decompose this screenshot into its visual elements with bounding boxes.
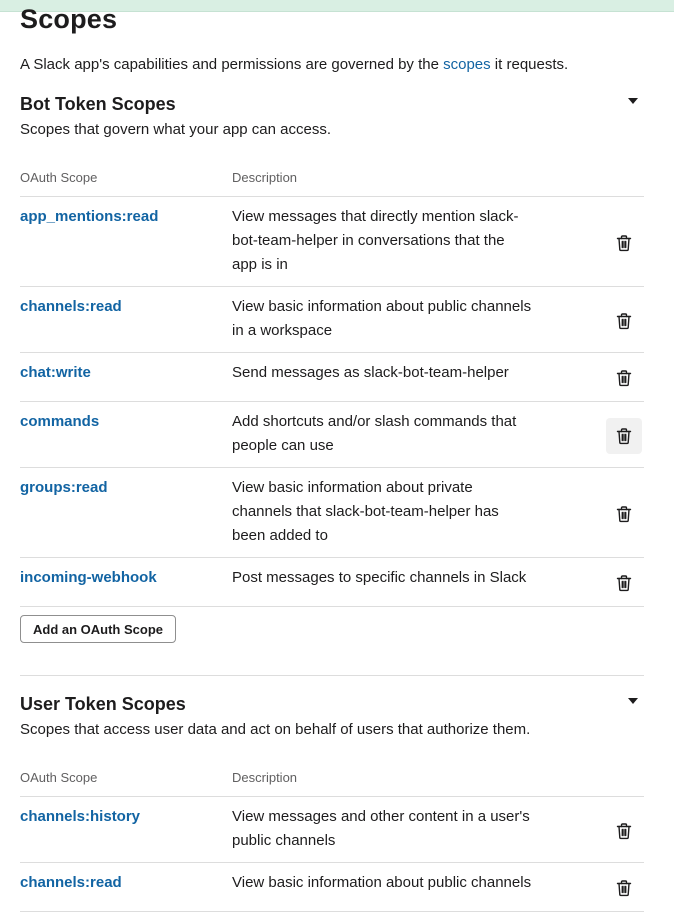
column-header-description: Description <box>232 770 298 785</box>
table-row: groups:read View basic information about … <box>20 468 644 558</box>
add-oauth-scope-button[interactable]: Add an OAuth Scope <box>20 615 176 643</box>
table-row: channels:read View basic information abou… <box>20 863 644 912</box>
user-token-scopes-section: User Token Scopes Scopes that access use… <box>20 694 644 912</box>
scope-name-link[interactable]: app_mentions:read <box>20 205 158 229</box>
bot-scopes-table-header: OAuth Scope Description <box>20 158 644 197</box>
table-row: incoming-webhook Post messages to specifi… <box>20 558 644 607</box>
intro-text-before: A Slack app's capabilities and permissio… <box>20 56 444 73</box>
table-row: app_mentions:read View messages that dire… <box>20 197 644 287</box>
scope-description: View messages that directly mention slac… <box>232 205 552 277</box>
bot-scopes-table-body: app_mentions:read View messages that dire… <box>20 197 644 607</box>
scope-name-link[interactable]: groups:read <box>20 476 108 500</box>
scope-description: View messages and other content in a use… <box>232 805 552 853</box>
delete-scope-trash-icon[interactable] <box>606 225 642 261</box>
delete-scope-trash-icon[interactable] <box>606 360 642 396</box>
scope-description-line: View basic information about public chan… <box>232 874 532 891</box>
scope-name-link[interactable]: commands <box>20 410 99 434</box>
column-header-oauth-scope: OAuth Scope <box>20 170 98 185</box>
delete-scope-trash-icon[interactable] <box>606 870 642 906</box>
scope-description: View basic information about private chan… <box>232 476 552 548</box>
delete-scope-trash-icon[interactable] <box>606 813 642 849</box>
bot-scopes-subtitle: Scopes that govern what your app can acc… <box>20 121 332 138</box>
user-scopes-table-body: channels:history View messages and other … <box>20 797 644 912</box>
column-header-description: Description <box>232 170 298 185</box>
scope-name-link[interactable]: channels:read <box>20 871 122 895</box>
scope-description-line: public channels <box>232 832 336 849</box>
scope-description-line: Add shortcuts and/or slash commands that <box>232 413 517 430</box>
scope-description-line: app is in <box>232 256 288 273</box>
scope-description: Add shortcuts and/or slash commands that… <box>232 410 552 458</box>
table-row: channels:history View messages and other … <box>20 797 644 863</box>
user-scopes-subtitle: Scopes that access user data and act on … <box>20 721 531 738</box>
bot-token-scopes-section: Bot Token Scopes Scopes that govern what… <box>20 94 644 607</box>
scope-description-line: bot-team-helper in conversations that th… <box>232 232 505 249</box>
bot-scopes-title: Bot Token Scopes <box>20 94 176 114</box>
scope-description: Post messages to specific channels in Sl… <box>232 566 552 590</box>
scope-description-line: View basic information about private <box>232 479 473 496</box>
scope-name-link[interactable]: incoming-webhook <box>20 566 157 590</box>
intro-text-after: it requests. <box>490 56 569 73</box>
delete-scope-trash-icon[interactable] <box>606 303 642 339</box>
scope-description-line: View basic information about public chan… <box>232 298 532 315</box>
column-header-oauth-scope: OAuth Scope <box>20 770 98 785</box>
section-divider <box>20 675 644 676</box>
intro-text: A Slack app's capabilities and permissio… <box>20 56 568 73</box>
table-row: channels:read View basic information abou… <box>20 287 644 353</box>
scope-description-line: View messages and other content in a use… <box>232 808 530 825</box>
scope-name-link[interactable]: channels:history <box>20 805 140 829</box>
scope-name-link[interactable]: chat:write <box>20 361 91 385</box>
scope-description-line: been added to <box>232 527 328 544</box>
table-row: commands Add shortcuts and/or slash comma… <box>20 402 644 468</box>
table-row: chat:write Send messages as slack-bot-tea… <box>20 353 644 402</box>
page-title: Scopes <box>20 4 118 34</box>
user-collapse-caret-icon[interactable] <box>628 698 638 704</box>
delete-scope-trash-icon[interactable] <box>606 565 642 601</box>
scope-description: View basic information about public chan… <box>232 295 552 343</box>
scope-description-line: people can use <box>232 437 334 454</box>
scope-description-line: View messages that directly mention slac… <box>232 208 519 225</box>
scope-description: Send messages as slack-bot-team-helper <box>232 361 552 385</box>
scope-description: View basic information about public chan… <box>232 871 552 895</box>
user-scopes-title: User Token Scopes <box>20 694 186 714</box>
scope-description-line: Post messages to specific channels in Sl… <box>232 569 527 586</box>
scope-description-line: in a workspace <box>232 322 333 339</box>
scope-description-line: Send messages as slack-bot-team-helper <box>232 364 509 381</box>
user-scopes-table-header: OAuth Scope Description <box>20 758 644 797</box>
delete-scope-trash-icon[interactable] <box>606 496 642 532</box>
delete-scope-trash-icon[interactable] <box>606 417 642 454</box>
scopes-link[interactable]: scopes <box>443 56 491 73</box>
bot-collapse-caret-icon[interactable] <box>628 98 638 104</box>
scope-description-line: channels that slack-bot-team-helper has <box>232 503 499 520</box>
scope-name-link[interactable]: channels:read <box>20 295 122 319</box>
